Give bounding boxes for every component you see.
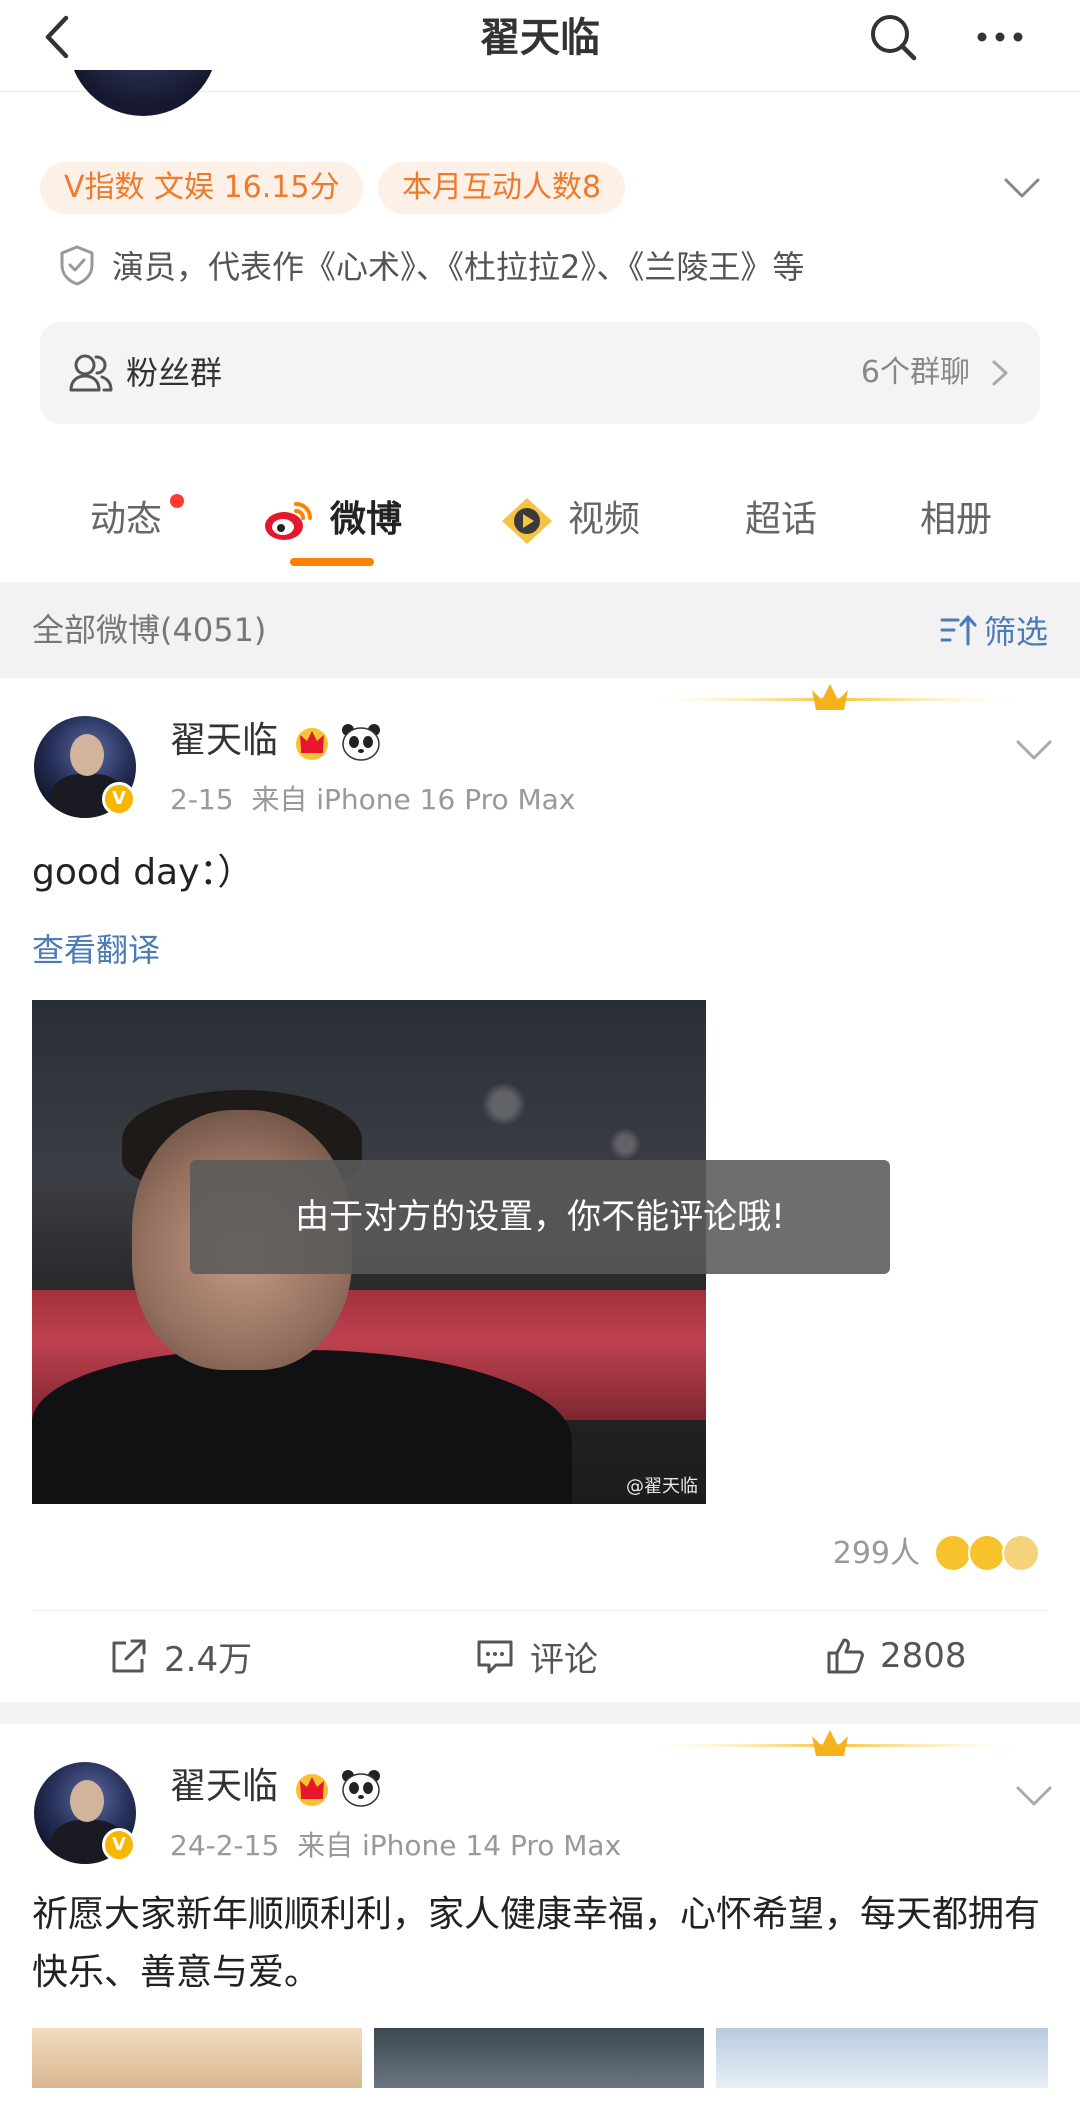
tab-dynamics[interactable]: 动态 [90,490,162,550]
search-icon[interactable] [868,12,918,62]
filter-button-label: 筛选 [983,613,1048,651]
tab-label: 视频 [568,499,641,540]
post-meta: 24-2-15 来自 iPhone 14 Pro Max [170,1826,621,1866]
crown-icon [650,1730,1020,1756]
like-button[interactable]: 2808 [824,1626,967,1686]
like-count: 2808 [880,1636,967,1676]
video-icon [502,498,552,544]
divider [32,1610,1048,1611]
like-icon [827,1638,864,1674]
header-avatar-partial [68,70,218,116]
comment-button[interactable]: 评论 [474,1626,598,1686]
post-image-thumbnail[interactable] [374,2028,704,2088]
reaction-count[interactable]: 299人 [833,1532,920,1576]
notification-dot [170,494,184,508]
post-author-name[interactable]: 翟天临 [170,1762,278,1812]
tab-label: 动态 [90,499,163,540]
post-author-name[interactable]: 翟天临 [170,716,278,766]
image-watermark: @翟天临 [626,1476,698,1497]
filter-icon [940,615,977,646]
fans-group-icon [69,354,113,392]
verified-badge-icon: V [102,1828,136,1862]
post-source: 来自 iPhone 16 Pro Max [251,783,576,816]
fans-group-count: 6个群聊 [860,355,970,390]
weibo-icon [265,502,312,540]
tab-supertopic[interactable]: 超话 [745,490,817,550]
filter-button[interactable]: 筛选 [938,602,1048,658]
tab-video[interactable]: 视频 [568,490,640,550]
more-icon[interactable] [970,12,1030,62]
crown-icon [296,728,328,760]
all-posts-count: 全部微博(4051) [32,611,267,649]
chevron-down-icon[interactable] [1000,168,1044,208]
page-title: 翟天临 [480,15,600,61]
post-text: 祈愿大家新年顺顺利利，家人健康幸福，心怀希望，每天都拥有快乐、善意与爱。 [32,1894,1041,1993]
tab-weibo[interactable]: 微博 [330,490,402,550]
crown-icon [296,1774,328,1806]
panda-icon [342,724,380,761]
post-image-thumbnail[interactable] [716,2028,1048,2088]
verified-info: 演员，代表作《心术》、《杜拉拉2》、《兰陵王》等 [58,240,804,290]
profile-tabs: 动态 微博 视频 超话 相册 [0,470,1080,570]
crown-icon [650,684,1020,710]
tab-label: 微博 [330,499,403,540]
comment-icon [477,1640,513,1674]
monthly-interaction-pill[interactable]: 本月互动人数8 [378,162,626,214]
shield-icon [60,245,94,286]
v-index-pill[interactable]: V指数 文娱 16.15分 [40,162,364,214]
post-separator [0,1702,1080,1724]
chevron-right-icon [992,360,1008,386]
comment-label: 评论 [530,1639,598,1680]
fans-group-label: 粉丝群 [126,354,223,392]
tab-label: 相册 [920,499,993,540]
top-nav-bar: 翟天临 [0,0,1080,116]
fans-group-card[interactable]: 粉丝群 6个群聊 [40,322,1040,424]
chevron-down-icon[interactable] [1012,1776,1056,1816]
active-tab-indicator [290,558,374,566]
surprised-emoji-icon [934,1534,972,1572]
tab-album[interactable]: 相册 [920,490,992,550]
chevron-down-icon[interactable] [1012,730,1056,770]
tab-label: 超话 [745,499,818,540]
share-button[interactable]: 2.4万 [108,1626,252,1686]
post-meta: 2-15 来自 iPhone 16 Pro Max [170,780,575,820]
post-card: V 翟天临 24-2-15 来自 iPhone 14 Pro Max 祈愿大家新… [0,1724,1080,2101]
panda-icon [342,1770,380,1807]
toast-message: 由于对方的设置，你不能评论哦! [190,1160,890,1274]
share-count: 2.4万 [164,1639,253,1680]
verified-badge-icon: V [102,782,136,816]
post-date: 2-15 [170,783,234,816]
post-date: 24-2-15 [170,1829,280,1862]
post-text: good day：） [32,852,254,893]
sad-emoji-icon [1002,1534,1040,1572]
verified-text: 演员，代表作《心术》、《杜拉拉2》、《兰陵王》等 [112,248,805,286]
filter-bar: 全部微博(4051) 筛选 [0,582,1080,678]
post-image-thumbnail[interactable] [32,2028,362,2088]
share-icon [112,1639,146,1673]
post-source: 来自 iPhone 14 Pro Max [297,1829,622,1862]
translate-link[interactable]: 查看翻译 [32,928,160,972]
laugh-emoji-icon [968,1534,1006,1572]
